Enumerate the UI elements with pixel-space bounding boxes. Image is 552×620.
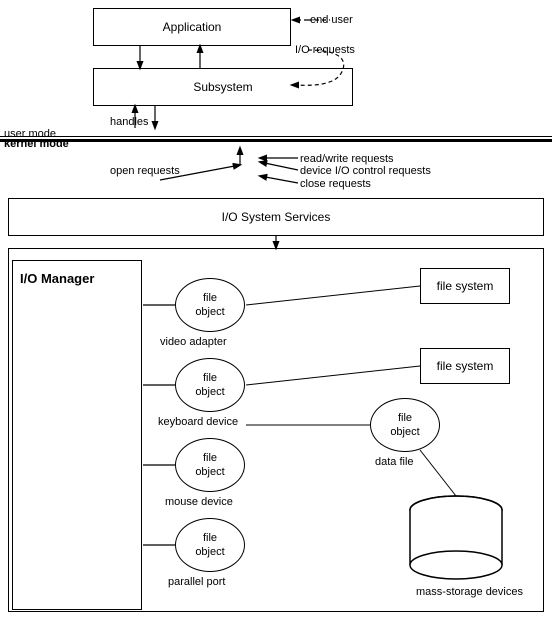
end-user-label: end user <box>310 14 353 26</box>
mode-line-thick <box>0 139 552 142</box>
close-requests-label: close requests <box>300 178 371 190</box>
open-requests-label: open requests <box>110 165 180 177</box>
subsystem-label: Subsystem <box>193 80 252 94</box>
kernel-mode-label: kernel mode <box>4 138 69 150</box>
application-label: Application <box>163 20 222 34</box>
subsystem-box: Subsystem <box>93 68 353 106</box>
device-io-label: device I/O control requests <box>300 165 431 177</box>
parallel-port-label: parallel port <box>168 576 225 588</box>
file-system-box-2: file system <box>420 348 510 384</box>
file-object-oval-1: file object <box>175 278 245 332</box>
file-system-box-1: file system <box>420 268 510 304</box>
io-services-label: I/O System Services <box>222 210 331 224</box>
file-object-oval-4: file object <box>175 518 245 572</box>
file-object-oval-3: file object <box>175 438 245 492</box>
file-object-oval-5: file object <box>370 398 440 452</box>
read-write-label: read/write requests <box>300 153 394 165</box>
mode-line-thin <box>0 136 552 137</box>
mouse-device-label: mouse device <box>165 496 233 508</box>
diagram: Application Subsystem end user I/O reque… <box>0 0 552 620</box>
file-object-oval-2: file object <box>175 358 245 412</box>
keyboard-device-label: keyboard device <box>158 416 238 428</box>
handles-label: handles <box>110 116 149 128</box>
io-manager-label: I/O Manager <box>20 270 94 288</box>
io-manager-box <box>12 260 142 610</box>
io-requests-label: I/O requests <box>295 44 355 56</box>
video-adapter-label: video adapter <box>160 336 227 348</box>
io-services-box: I/O System Services <box>8 198 544 236</box>
application-box: Application <box>93 8 291 46</box>
data-file-label: data file <box>375 456 414 468</box>
